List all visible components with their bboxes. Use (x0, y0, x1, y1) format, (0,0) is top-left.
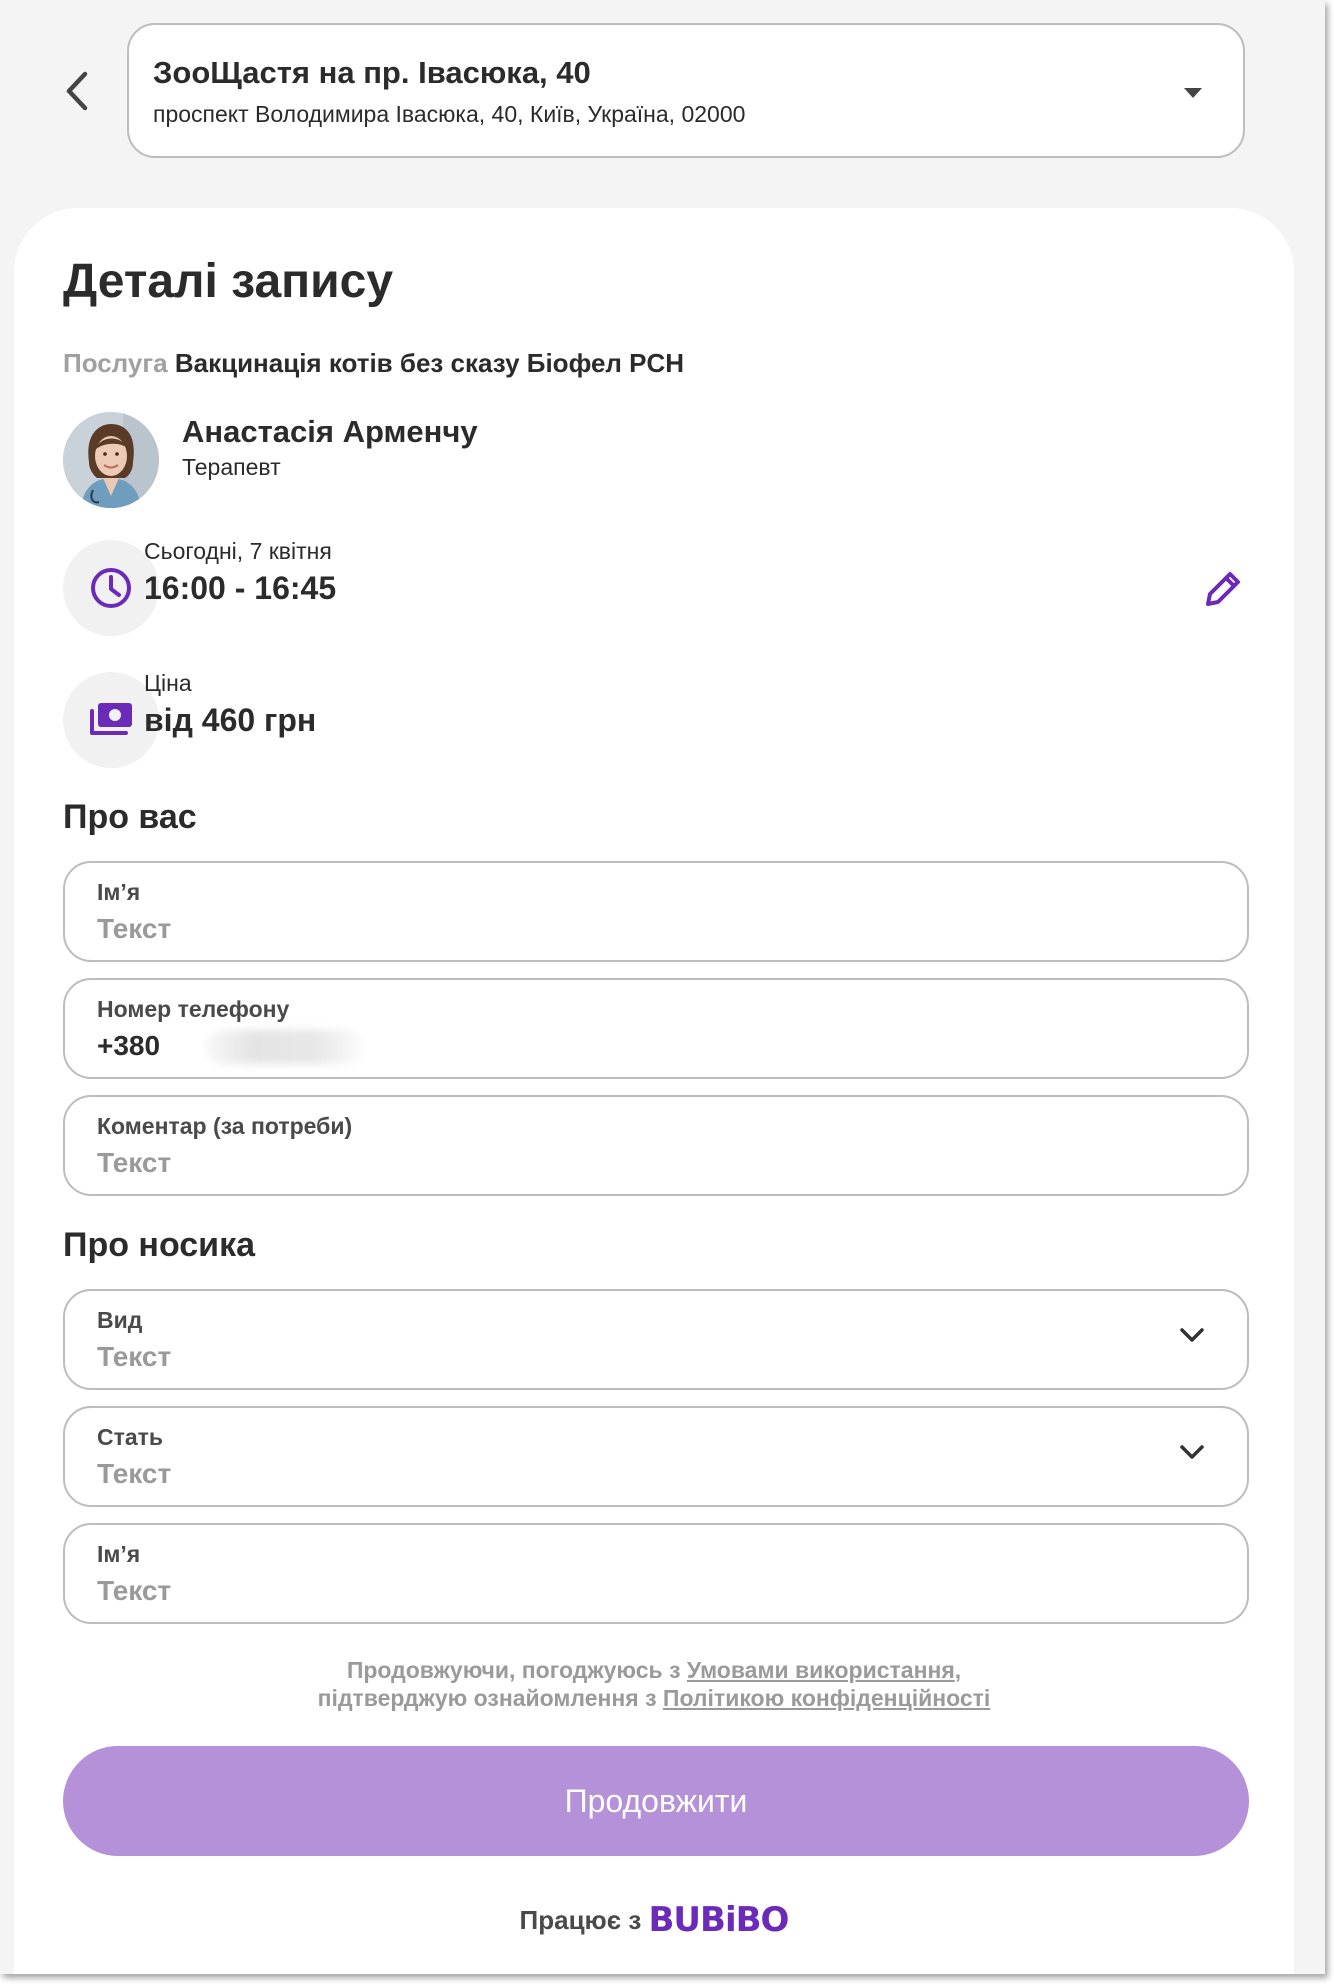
specialist-name: Анастасія Арменчу (182, 414, 478, 449)
field-label: Номер телефону (97, 996, 290, 1022)
price-label: Ціна (144, 670, 192, 696)
field-value: Текст (97, 1341, 172, 1372)
field-value: Текст (97, 1575, 172, 1606)
specialist-role: Терапевт (182, 454, 281, 480)
caret-down-icon (1184, 88, 1202, 98)
field-label: Стать (97, 1424, 164, 1450)
name-field[interactable]: Ім’я Текст (63, 861, 1249, 962)
about-pet-title: Про носика (63, 1226, 256, 1264)
terms-text: Продовжуючи, погоджуюсь з (346, 1657, 687, 1683)
appointment-date: Сьогодні, 7 квітня (144, 538, 332, 564)
field-label: Ім’я (97, 1541, 141, 1567)
pet-name-field[interactable]: Ім’я Текст (63, 1523, 1249, 1624)
app-frame: ЗооЩастя на пр. Івасюка, 40 проспект Вол… (0, 0, 1325, 1974)
privacy-policy-link[interactable]: Політикою конфіденційності (663, 1685, 990, 1711)
field-label: Коментар (за потреби) (97, 1113, 353, 1139)
location-address: проспект Володимира Івасюка, 40, Київ, У… (153, 101, 746, 127)
field-value: Текст (97, 1458, 172, 1489)
back-button[interactable] (54, 64, 98, 118)
back-icon (66, 71, 88, 111)
edit-time-button[interactable] (1198, 566, 1246, 614)
phone-prefix: +380 (97, 1030, 161, 1061)
terms-of-use-link[interactable]: Умовами використання (687, 1657, 955, 1683)
location-name: ЗооЩастя на пр. Івасюка, 40 (153, 55, 591, 90)
phone-field[interactable]: Номер телефону +380 (63, 978, 1249, 1079)
field-label: Вид (97, 1307, 143, 1333)
sex-select[interactable]: Стать Текст (63, 1406, 1249, 1507)
bubibo-logo[interactable]: BUBiBO (649, 1900, 790, 1940)
chevron-down-icon (1180, 1445, 1204, 1459)
about-you-title: Про вас (63, 798, 197, 836)
service-line: Послуга Вакцинація котів без сказу Біофе… (63, 348, 684, 379)
clock-icon (91, 568, 131, 608)
redacted-phone-number (205, 1030, 365, 1064)
terms-notice: Продовжуючи, погоджуюсь з Умовами викори… (14, 1656, 1294, 1712)
booking-card: Деталі запису Послуга Вакцинація котів б… (14, 208, 1294, 1974)
page-title: Деталі запису (63, 255, 394, 308)
chevron-down-icon (1180, 1328, 1204, 1342)
powered-by: Працює з BUBiBO (14, 1900, 1294, 1940)
terms-text: підтверджую ознайомлення з (317, 1685, 663, 1711)
field-value: Текст (97, 1147, 172, 1178)
field-label: Ім’я (97, 879, 141, 905)
terms-text: , (954, 1657, 962, 1683)
service-label: Послуга (63, 348, 168, 378)
appointment-time: 16:00 - 16:45 (144, 570, 337, 606)
species-select[interactable]: Вид Текст (63, 1289, 1249, 1390)
specialist-avatar (63, 412, 159, 508)
powered-by-text: Працює з (519, 1905, 642, 1935)
continue-button[interactable]: Продовжити (63, 1746, 1249, 1856)
comment-field[interactable]: Коментар (за потреби) Текст (63, 1095, 1249, 1196)
service-value: Вакцинація котів без сказу Біофел PCH (174, 348, 685, 378)
edit-icon (1206, 572, 1240, 606)
field-value: Текст (97, 913, 172, 944)
price-value: від 460 грн (144, 702, 317, 738)
money-icon (90, 703, 132, 735)
location-selector[interactable]: ЗооЩастя на пр. Івасюка, 40 проспект Вол… (127, 23, 1245, 158)
